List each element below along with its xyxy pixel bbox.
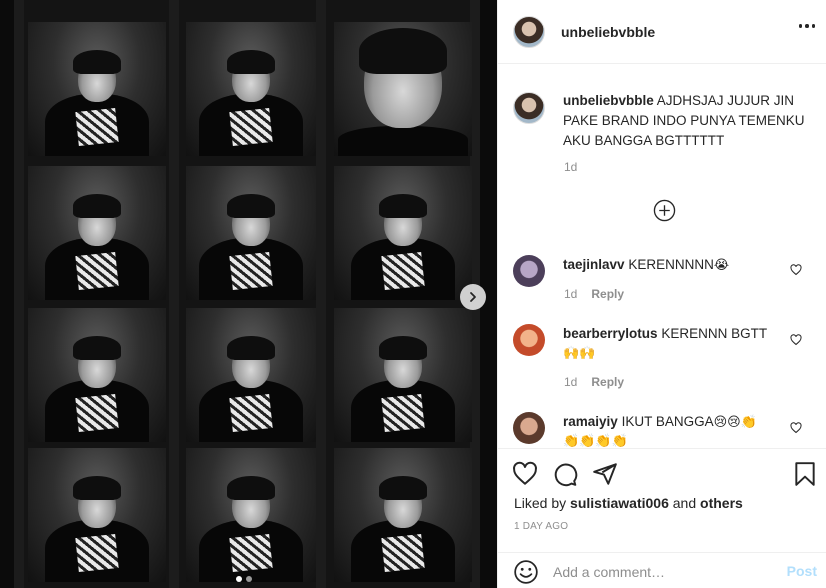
post-caption: unbeliebvbble AJDHSJAJ JUJUR JIN PAKE BR… bbox=[513, 91, 818, 151]
liked-by-user[interactable]: sulistiawati006 bbox=[570, 495, 669, 511]
post-comment-button[interactable]: Post bbox=[787, 563, 817, 579]
add-comment-bar: Post bbox=[498, 552, 826, 588]
photo-frame bbox=[334, 448, 472, 582]
commenter-avatar[interactable] bbox=[513, 255, 545, 287]
heart-icon[interactable] bbox=[790, 264, 802, 276]
comment-text: KERENNNNN bbox=[628, 257, 714, 272]
post-photo[interactable] bbox=[0, 0, 497, 588]
likes-summary: Liked by sulistiawati006 and others bbox=[514, 495, 743, 511]
commenter-avatar[interactable] bbox=[513, 412, 545, 444]
crying-face-emoji: 😭 bbox=[713, 257, 730, 272]
bookmark-icon[interactable] bbox=[792, 461, 818, 487]
post-header: unbeliebvbble bbox=[498, 0, 826, 64]
photo-frame bbox=[186, 308, 316, 442]
heart-icon[interactable] bbox=[790, 422, 802, 434]
photo-frame bbox=[334, 166, 472, 300]
carousel-dot bbox=[246, 576, 252, 582]
author-username[interactable]: unbeliebvbble bbox=[561, 24, 655, 40]
photo-frame bbox=[334, 22, 472, 156]
film-edge bbox=[316, 0, 326, 588]
plus-circle-icon[interactable] bbox=[653, 199, 676, 222]
contact-sheet-film bbox=[14, 0, 480, 588]
liked-by-others[interactable]: others bbox=[700, 495, 743, 511]
comment-icon[interactable] bbox=[552, 461, 578, 487]
post-actions: Liked by sulistiawati006 and others 1 DA… bbox=[498, 448, 826, 558]
sad-face-emoji: 😢😢👏 bbox=[713, 414, 757, 429]
comment-time: 1d bbox=[564, 375, 578, 389]
comment-text: IKUT BANGGA bbox=[621, 414, 714, 429]
reply-button[interactable]: Reply bbox=[591, 287, 624, 301]
clapping-hands-emoji: 👏👏👏👏 bbox=[563, 433, 628, 448]
comment-username[interactable]: ramaiyiy bbox=[563, 414, 618, 429]
carousel-dot-active bbox=[236, 576, 242, 582]
photo-frame bbox=[28, 308, 166, 442]
comment-time: 1d bbox=[564, 287, 578, 301]
photo-frame bbox=[28, 448, 166, 582]
photo-frame bbox=[28, 166, 166, 300]
comment-item: bearberrylotus KERENNN BGTT 🙌🙌 bbox=[513, 324, 818, 362]
chevron-right-icon bbox=[470, 292, 476, 302]
caption-avatar[interactable] bbox=[513, 92, 545, 124]
emoji-icon[interactable] bbox=[513, 559, 539, 585]
photo-frame bbox=[186, 22, 316, 156]
comment-username[interactable]: taejinlavv bbox=[563, 257, 625, 272]
raising-hands-emoji: 🙌🙌 bbox=[563, 345, 596, 360]
photo-frame bbox=[334, 308, 472, 442]
heart-icon[interactable] bbox=[790, 334, 802, 346]
carousel-dots bbox=[236, 576, 252, 582]
comment-username[interactable]: bearberrylotus bbox=[563, 326, 658, 341]
post-side-panel: unbeliebvbble unbeliebvbble AJDHSJAJ JUJ… bbox=[497, 0, 826, 588]
comment-item: ramaiyiy IKUT BANGGA😢😢👏 👏👏👏👏 bbox=[513, 412, 818, 450]
post-date[interactable]: 1 DAY AGO bbox=[514, 521, 568, 532]
commenter-avatar[interactable] bbox=[513, 324, 545, 356]
comment-item: taejinlavv KERENNNNN😭 bbox=[513, 255, 818, 287]
photo-frame bbox=[186, 448, 316, 582]
caption-time: 1d bbox=[564, 160, 578, 174]
caption-username[interactable]: unbeliebvbble bbox=[563, 93, 654, 108]
heart-icon[interactable] bbox=[512, 461, 538, 487]
comment-input[interactable] bbox=[553, 561, 773, 583]
reply-button[interactable]: Reply bbox=[591, 375, 624, 389]
comment-text: KERENNN BGTT bbox=[661, 326, 768, 341]
more-horizontal-icon[interactable] bbox=[798, 24, 815, 28]
film-edge bbox=[169, 0, 179, 588]
author-avatar[interactable] bbox=[513, 15, 545, 48]
film-edge bbox=[14, 0, 24, 588]
photo-frame bbox=[28, 22, 166, 156]
photo-frame bbox=[186, 166, 316, 300]
share-icon[interactable] bbox=[592, 461, 618, 487]
next-slide-button[interactable] bbox=[460, 284, 486, 310]
